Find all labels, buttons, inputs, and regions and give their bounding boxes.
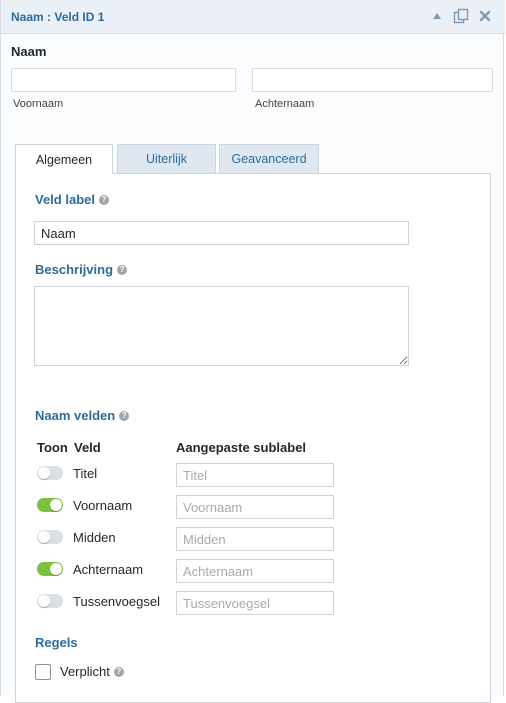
preview-first-name-input[interactable] [11,68,236,92]
column-header-show: Toon [37,440,68,455]
field-label-heading-text: Veld label [35,192,95,207]
field-label-input[interactable] [34,221,409,245]
help-icon[interactable]: ? [117,264,128,275]
help-icon[interactable]: ? [113,666,124,677]
column-header-custom-sublabel: Aangepaste sublabel [176,440,307,455]
sublabel-input-midden[interactable] [176,527,334,551]
row-label-achternaam: Achternaam [73,562,144,577]
required-label: Verplicht ? [60,664,124,679]
row-label-voornaam: Voornaam [73,498,133,513]
name-fields-heading-text: Naam velden [35,408,116,423]
collapse-up-icon[interactable] [429,8,445,24]
field-label-heading: Veld label ? [35,192,109,207]
description-heading: Beschrijving ? [35,262,128,277]
preview-field-label: Naam [11,44,47,59]
tab-uiterlijk[interactable]: Uiterlijk [117,144,216,173]
help-icon[interactable]: ? [98,194,109,205]
tab-geavanceerd[interactable]: Geavanceerd [219,144,319,173]
column-header-field: Veld [74,440,101,455]
toggle-voornaam[interactable] [37,498,63,512]
toggle-midden[interactable] [37,530,63,544]
preview-last-sublabel: Achternaam [255,98,315,110]
preview-first-sublabel: Voornaam [13,98,64,110]
duplicate-icon[interactable] [453,8,469,24]
rules-heading: Regels [35,635,78,650]
description-heading-text: Beschrijving [35,262,114,277]
required-label-text: Verplicht [60,664,110,679]
sublabel-input-titel[interactable] [176,463,334,487]
row-label-titel: Titel [73,466,98,481]
sublabel-input-tussenvoegsel[interactable] [176,591,334,615]
close-icon[interactable] [477,8,493,24]
help-icon[interactable]: ? [119,410,130,421]
sublabel-input-achternaam[interactable] [176,559,334,583]
description-textarea[interactable] [34,286,409,366]
tab-pane-general: Veld label ? Beschrijving ? Naam velden … [15,173,491,703]
field-title: Naam : Veld ID 1 [11,10,105,24]
sublabel-input-voornaam[interactable] [176,495,334,519]
name-fields-heading: Naam velden ? [35,408,130,423]
required-checkbox[interactable] [35,664,51,680]
preview-last-name-input[interactable] [252,68,493,92]
toggle-tussenvoegsel[interactable] [37,594,63,608]
field-settings-panel: Naam : Veld ID 1 Naam Voornaam Achternaa… [0,0,505,703]
rules-heading-text: Regels [35,635,78,650]
titlebar-actions [429,8,493,24]
row-label-midden: Midden [73,530,116,545]
toggle-titel[interactable] [37,466,63,480]
row-label-tussenvoegsel: Tussenvoegsel [73,594,160,609]
toggle-achternaam[interactable] [37,562,63,576]
field-titlebar: Naam : Veld ID 1 [1,0,505,34]
tab-algemeen[interactable]: Algemeen [15,144,113,174]
